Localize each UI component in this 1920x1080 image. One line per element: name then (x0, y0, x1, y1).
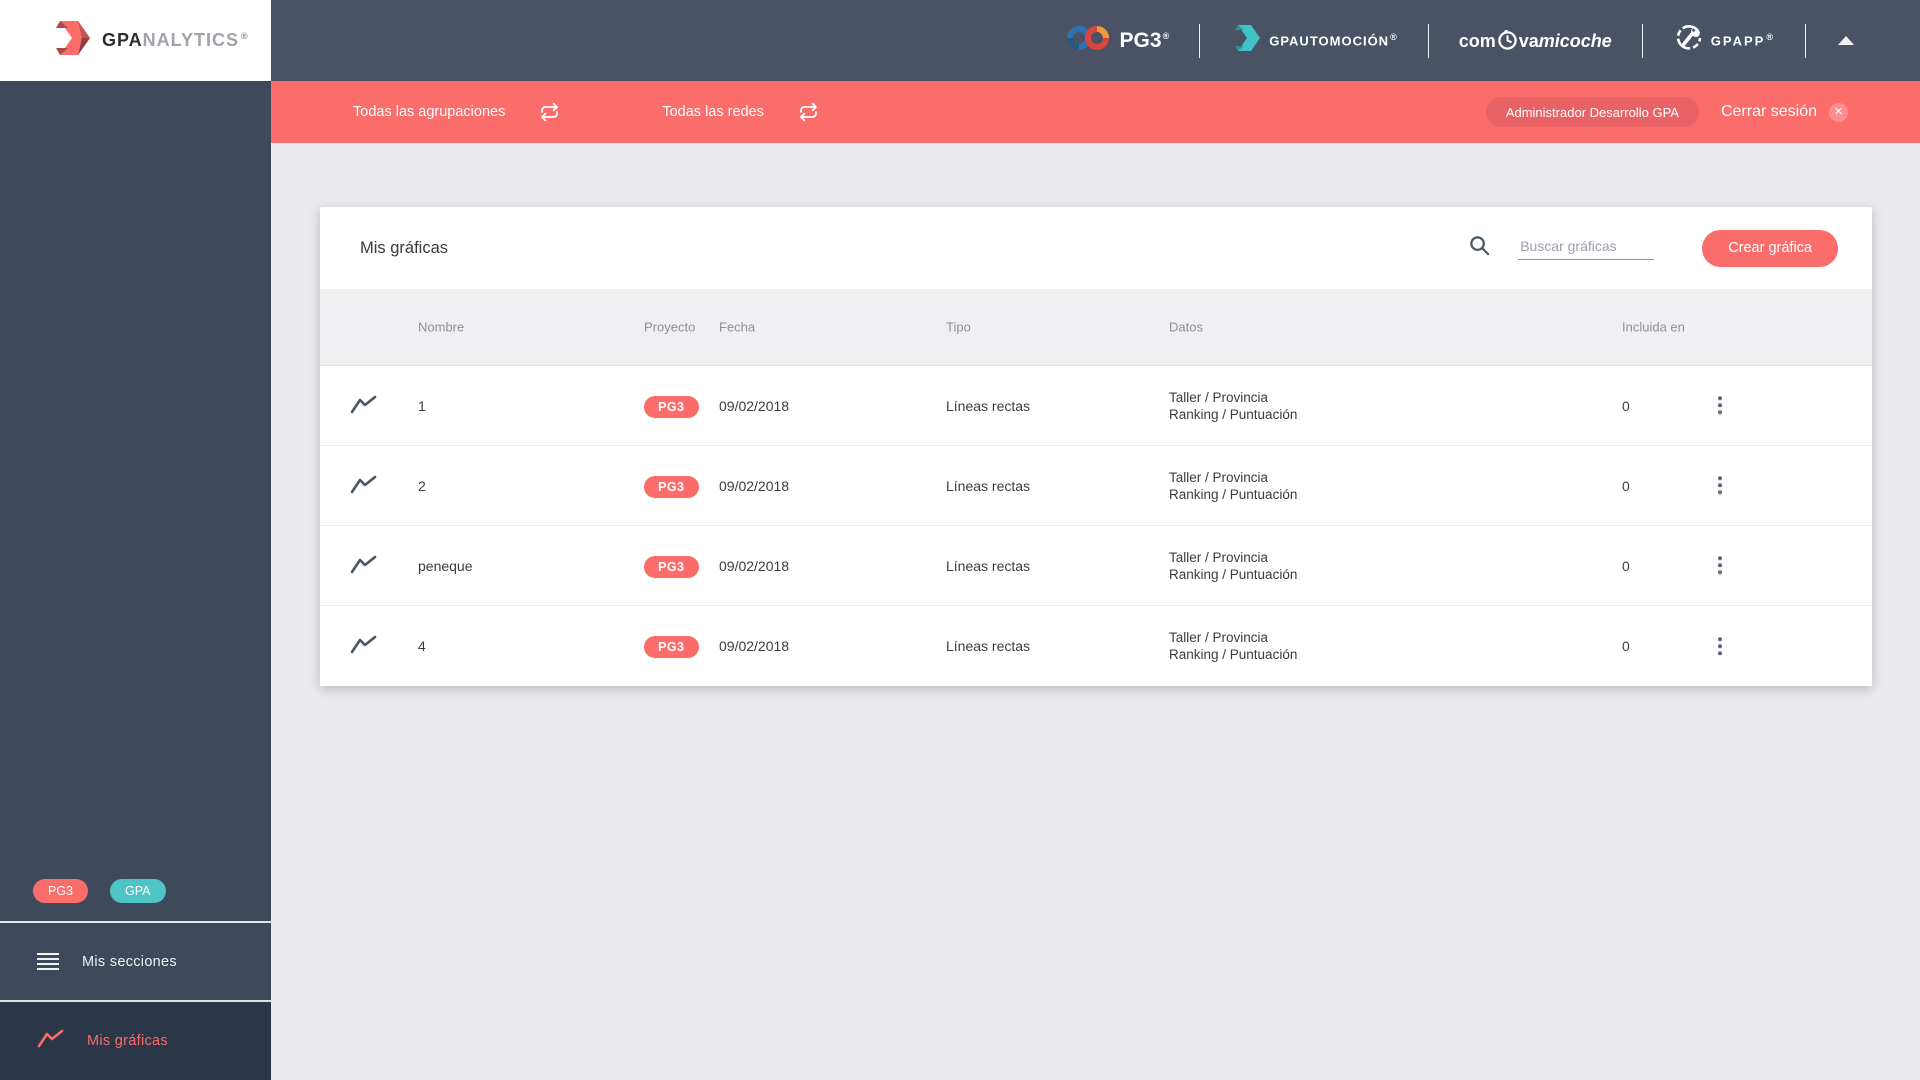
sidebar: PG3 GPA Mis secciones Mis gráficas (0, 81, 271, 1080)
brand-pg3[interactable]: PG3® (1066, 25, 1170, 56)
column-header-datos: Datos (1169, 319, 1203, 335)
row-chart-line-icon (350, 394, 377, 418)
row-options-kebab-icon[interactable] (1714, 631, 1726, 661)
cell-proyecto-badge: PG3 (644, 395, 699, 418)
charts-card: Mis gráficas Crear gráfica Nombre Proyec… (320, 207, 1872, 686)
cell-tipo: Líneas rectas (946, 397, 1031, 414)
cell-nombre: 1 (418, 397, 426, 414)
filter-networks-label[interactable]: Todas las redes (662, 104, 764, 120)
divider (1641, 23, 1643, 58)
column-header-incluida-en: Incluida en (1622, 319, 1685, 335)
cell-fecha: 09/02/2018 (719, 397, 790, 414)
logout-x-icon[interactable]: ✕ (1829, 102, 1848, 122)
collapse-header-arrow-icon[interactable] (1838, 36, 1854, 45)
row-options-kebab-icon[interactable] (1714, 471, 1726, 501)
column-header-tipo: Tipo (946, 319, 971, 335)
table-row[interactable]: peneque PG3 09/02/2018 Líneas rectas Tal… (320, 526, 1872, 606)
row-chart-line-icon (350, 554, 377, 578)
cell-incluida-en: 0 (1622, 638, 1630, 654)
main-content: Mis gráficas Crear gráfica Nombre Proyec… (271, 143, 1920, 1080)
brand-pg3-label: PG3® (1119, 28, 1170, 52)
swap-networks-icon[interactable] (798, 102, 819, 122)
create-chart-button[interactable]: Crear gráfica (1702, 229, 1838, 267)
column-header-fecha: Fecha (719, 319, 756, 335)
filter-groupings-label[interactable]: Todas las agrupaciones (353, 104, 505, 120)
cell-incluida-en: 0 (1622, 477, 1630, 494)
row-options-kebab-icon[interactable] (1714, 391, 1726, 421)
table-row[interactable]: 4 PG3 09/02/2018 Líneas rectas Taller / … (320, 606, 1872, 686)
clock-icon (1497, 28, 1517, 50)
column-header-nombre: Nombre (418, 319, 465, 335)
row-chart-line-icon (350, 474, 377, 498)
badge-pg3[interactable]: PG3 (33, 879, 89, 903)
cell-tipo: Líneas rectas (946, 638, 1031, 654)
table-row[interactable]: 1 PG3 09/02/2018 Líneas rectas Taller / … (320, 366, 1872, 446)
search-input[interactable] (1518, 236, 1655, 260)
sidebar-item-mis-graficas[interactable]: Mis gráficas (0, 1000, 271, 1080)
cell-proyecto-badge: PG3 (644, 636, 699, 658)
row-options-kebab-icon[interactable] (1714, 551, 1726, 581)
table-header-row: Nombre Proyecto Fecha Tipo Datos Incluid… (320, 289, 1872, 366)
divider (1199, 23, 1201, 58)
cell-datos: Taller / Provincia Ranking / Puntuación (1169, 389, 1298, 422)
brand-gpapp-label: GPAPP® (1710, 32, 1775, 49)
cell-incluida-en: 0 (1622, 557, 1630, 574)
current-user-badge: Administrador Desarrollo GPA (1485, 97, 1699, 127)
pg3-infinity-icon (1066, 25, 1110, 56)
filter-bar: Todas las agrupaciones Todas las redes A… (271, 81, 1920, 143)
chart-line-icon (37, 1028, 64, 1054)
cell-datos: Taller / Provincia Ranking / Puntuación (1169, 630, 1298, 662)
divider (1427, 23, 1429, 58)
cell-datos: Taller / Provincia Ranking / Puntuación (1169, 469, 1298, 502)
page-title: Mis gráficas (360, 238, 449, 257)
sections-menu-icon (37, 953, 59, 970)
cell-tipo: Líneas rectas (946, 477, 1031, 494)
brand-gpapp[interactable]: GPAPP® (1673, 23, 1775, 58)
sidebar-project-badges: PG3 GPA (33, 879, 166, 903)
cell-nombre: 4 (418, 638, 426, 654)
cell-proyecto-badge: PG3 (644, 475, 699, 498)
brand-gpautomocion[interactable]: GPAUTOMOCIÓN® (1230, 23, 1398, 58)
search-area: Crear gráfica (1468, 229, 1838, 267)
cell-tipo: Líneas rectas (946, 557, 1031, 574)
card-header: Mis gráficas Crear gráfica (320, 207, 1872, 289)
cell-fecha: 09/02/2018 (719, 557, 790, 574)
badge-gpa[interactable]: GPA (110, 879, 166, 903)
swap-groupings-icon[interactable] (539, 102, 560, 122)
cell-nombre: peneque (418, 557, 473, 574)
app-logo-text: GPANALYTICS ® (102, 30, 249, 50)
cell-datos: Taller / Provincia Ranking / Puntuación (1169, 549, 1298, 582)
table-row[interactable]: 2 PG3 09/02/2018 Líneas rectas Taller / … (320, 446, 1872, 526)
gpapp-wrench-icon (1673, 23, 1703, 58)
cell-fecha: 09/02/2018 (719, 477, 790, 494)
top-header-bar: PG3® GPAUTOMOCIÓN® com vamicoche GPAPP® (271, 0, 1920, 81)
cell-fecha: 09/02/2018 (719, 638, 790, 654)
brand-gpautomocion-label: GPAUTOMOCIÓN® (1269, 32, 1398, 49)
app-logo: GPANALYTICS ® (0, 0, 271, 81)
brand-comprovamicoche[interactable]: com vamicoche (1458, 28, 1612, 52)
logout-button[interactable]: Cerrar sesión (1721, 103, 1817, 121)
cell-incluida-en: 0 (1622, 397, 1630, 414)
cell-proyecto-badge: PG3 (644, 555, 699, 578)
sidebar-item-mis-secciones[interactable]: Mis secciones (0, 921, 271, 1000)
gpautomocion-arrow-icon (1230, 23, 1261, 58)
gpa-analytics-logo-icon (48, 17, 90, 64)
column-header-proyecto: Proyecto (644, 319, 696, 335)
brand-comprovamicoche-label: com vamicoche (1458, 28, 1612, 51)
cell-nombre: 2 (418, 477, 426, 494)
row-chart-line-icon (350, 634, 377, 658)
divider (1805, 23, 1806, 58)
search-icon[interactable] (1468, 234, 1491, 262)
